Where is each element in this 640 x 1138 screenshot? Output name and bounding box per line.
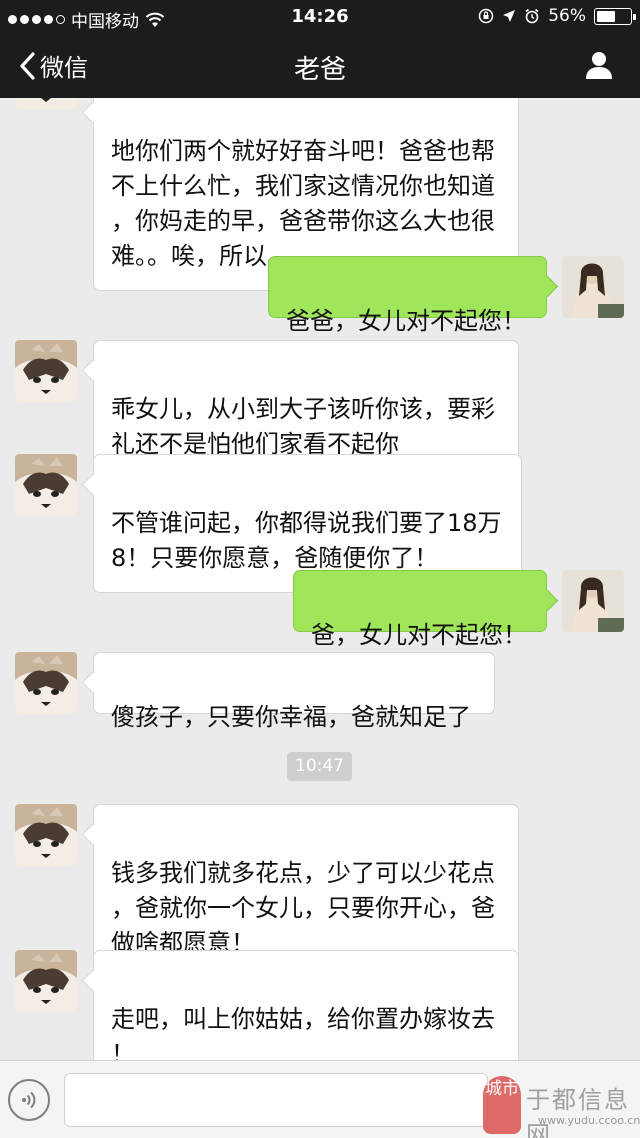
message-bubble-outgoing[interactable]: 爸爸，女儿对不起您！ — [268, 256, 547, 335]
dad-avatar[interactable] — [15, 340, 77, 402]
message-text: 不管谁问起，你都得说我们要了18万 8！只要你愿意，爸随便你了！ — [111, 509, 502, 572]
message-bubble-incoming[interactable]: 傻孩子，只要你幸福，爸就知足了 — [93, 652, 495, 731]
nav-bar: 微信 老爸 — [0, 34, 640, 98]
profile-button[interactable] — [584, 50, 614, 84]
watermark-url: www.yudu.ccoo.cn — [538, 1114, 640, 1127]
message-bubble-outgoing[interactable]: 爸，女儿对不起您！ — [293, 570, 547, 649]
message-text: 乖女儿，从小到大子该听你该，要彩 礼还不是怕他们家看不起你 — [111, 395, 495, 458]
voice-icon — [22, 1091, 36, 1109]
voice-button[interactable] — [8, 1079, 50, 1121]
me-avatar[interactable] — [562, 570, 624, 632]
chat-area[interactable]: 地你们两个就好好奋斗吧！爸爸也帮 不上什么忙，我们家这情况你也知道 ，你妈走的早… — [0, 98, 640, 1060]
message-text: 走吧，叫上你姑姑，给你置办嫁妆去 ！ — [111, 1005, 495, 1060]
message-text: 钱多我们就多花点，少了可以少花点 ，爸就你一个女儿，只要你开心，爸 做啥都愿意！ — [111, 859, 495, 957]
chat-title: 老爸 — [293, 55, 346, 85]
message-input[interactable] — [64, 1073, 488, 1127]
battery-icon — [594, 7, 636, 25]
watermark-text: 于都信息网 — [526, 1086, 630, 1138]
status-bar: 中国移动 14:26 56% — [0, 0, 640, 34]
message-bubble-incoming[interactable]: 走吧，叫上你姑姑，给你置办嫁妆去 ！ — [93, 950, 519, 1060]
watermark-logo: 城市 — [483, 1076, 521, 1134]
timestamp-chip: 10:47 — [287, 752, 352, 781]
person-icon — [586, 52, 612, 79]
location-icon — [503, 10, 516, 22]
dad-avatar[interactable] — [15, 652, 77, 714]
status-right: 56% — [478, 6, 636, 26]
message-text: 地你们两个就好好奋斗吧！爸爸也帮 不上什么忙，我们家这情况你也知道 ，你妈走的早… — [111, 137, 495, 270]
message-text: 傻孩子，只要你幸福，爸就知足了 — [111, 703, 471, 731]
dad-avatar[interactable] — [15, 804, 77, 866]
dad-avatar[interactable] — [15, 454, 77, 516]
lock-rotation-icon — [478, 8, 494, 24]
dad-avatar[interactable] — [15, 950, 77, 1012]
message-text: 爸爸，女儿对不起您！ — [286, 307, 526, 335]
battery-percent: 56% — [548, 6, 586, 26]
alarm-icon — [525, 8, 539, 24]
me-avatar[interactable] — [562, 256, 624, 318]
message-text: 爸，女儿对不起您！ — [311, 621, 527, 649]
watermark: 城市 于都信息网 www.yudu.ccoo.cn — [480, 1058, 640, 1138]
dad-avatar[interactable] — [15, 98, 77, 110]
